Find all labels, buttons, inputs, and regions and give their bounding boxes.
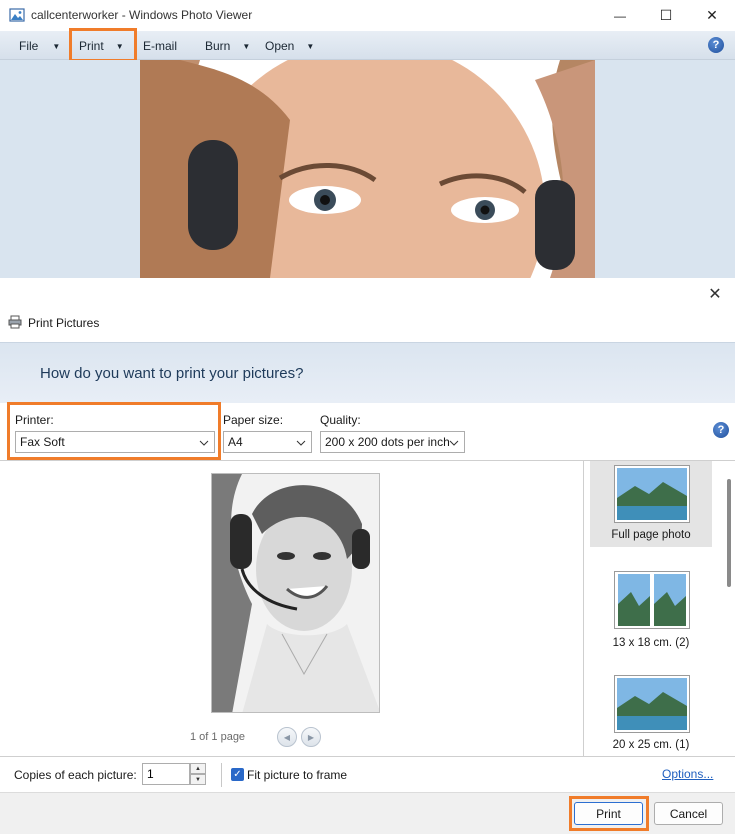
menu-print-label: Print (79, 39, 104, 53)
layout-list[interactable]: Full page photo 13 x 18 cm. (2) 20 x 25 … (583, 460, 735, 756)
title-bar: callcenterworker - Windows Photo Viewer … (0, 0, 735, 31)
close-window-button[interactable]: ✕ (689, 0, 735, 31)
options-link[interactable]: Options... (662, 767, 713, 781)
arrow-left-icon: ◀ (283, 732, 291, 742)
fit-picture-label[interactable]: Fit picture to frame (247, 768, 347, 782)
cancel-button[interactable]: Cancel (654, 802, 723, 825)
menu-email-label: E-mail (143, 39, 178, 53)
layout-scrollbar[interactable] (727, 479, 731, 587)
print-preview-area: 1 of 1 page ◀ ▶ (0, 460, 583, 756)
layout-thumbnail (614, 675, 690, 733)
chevron-down-icon: ▼ (242, 41, 251, 51)
dialog-question: How do you want to print your pictures? (40, 365, 304, 382)
paper-size-label: Paper size: (223, 413, 284, 427)
window-title: callcenterworker - Windows Photo Viewer (31, 8, 253, 22)
menu-open[interactable]: Open ▼ (265, 35, 314, 57)
dialog-title: Print Pictures (28, 316, 100, 330)
paper-size-value: A4 (228, 435, 243, 449)
printer-select[interactable]: Fax Soft (15, 431, 215, 453)
close-icon: ✕ (706, 7, 718, 23)
paper-size-select[interactable]: A4 (223, 431, 312, 453)
landscape-thumbnail (617, 468, 687, 520)
cancel-button-label: Cancel (669, 806, 708, 821)
layout-thumbnail (614, 465, 690, 523)
menu-file[interactable]: File ▼ (19, 35, 60, 57)
preview-page (211, 473, 380, 713)
maximize-button[interactable]: ☐ (643, 0, 689, 31)
divider (221, 763, 222, 787)
printer-icon (8, 315, 22, 329)
quality-select[interactable]: 200 x 200 dots per inch (320, 431, 465, 453)
menu-bar: File ▼ Print ▼ E-mail Burn ▼ Open ▼ ? (0, 31, 735, 60)
quality-value: 200 x 200 dots per inch (325, 435, 450, 449)
layout-label: Full page photo (611, 529, 691, 541)
chevron-down-icon: ▼ (52, 41, 61, 51)
fit-picture-checkbox[interactable]: ✓ (231, 768, 244, 781)
menu-burn-label: Burn (205, 39, 231, 53)
layout-20x25[interactable]: 20 x 25 cm. (1) (590, 671, 712, 756)
print-pictures-dialog: ✕ Print Pictures How do you want to prin… (0, 278, 735, 834)
quality-label: Quality: (320, 413, 361, 427)
arrow-up-icon: ▲ (195, 765, 201, 772)
copies-input[interactable] (142, 763, 190, 785)
layout-label: 20 x 25 cm. (1) (612, 739, 690, 751)
dialog-header: How do you want to print your pictures? (0, 342, 735, 403)
two-portrait-thumbnail (617, 574, 687, 626)
woman-headset-photo (140, 60, 595, 278)
menu-open-label: Open (265, 39, 295, 53)
layout-full-page-photo[interactable]: Full page photo (590, 461, 712, 547)
minimize-button[interactable]: — (597, 0, 643, 31)
landscape-thumbnail (617, 678, 687, 730)
chevron-down-icon (199, 440, 209, 446)
layout-13x18[interactable]: 13 x 18 cm. (2) (590, 567, 712, 653)
layout-thumbnail (614, 571, 690, 629)
copies-label: Copies of each picture: (14, 768, 137, 782)
printer-label: Printer: (15, 413, 54, 427)
copies-increment-button[interactable]: ▲ (190, 763, 206, 774)
minimize-icon: — (614, 8, 626, 23)
close-icon: ✕ (708, 286, 722, 303)
chevron-down-icon: ▼ (306, 41, 315, 51)
photo-viewer-app-icon (9, 8, 25, 22)
layout-label: 13 x 18 cm. (2) (612, 637, 690, 649)
arrow-down-icon: ▼ (195, 776, 201, 783)
arrow-right-icon: ▶ (307, 732, 315, 742)
displayed-photo (140, 60, 595, 278)
print-options-row: Copies of each picture: ▲ ▼ ✓ Fit pictur… (0, 756, 735, 792)
print-button-label: Print (596, 806, 621, 821)
printer-value: Fax Soft (20, 435, 65, 449)
menu-file-label: File (19, 39, 39, 53)
help-icon[interactable]: ? (713, 422, 729, 438)
dialog-button-bar: Print Cancel (0, 792, 735, 834)
copies-decrement-button[interactable]: ▼ (190, 774, 206, 785)
previous-page-button[interactable]: ◀ (277, 727, 297, 747)
menu-burn[interactable]: Burn ▼ (205, 35, 250, 57)
checkmark-icon: ✓ (233, 769, 242, 780)
dialog-close-button[interactable]: ✕ (703, 282, 727, 306)
preview-photo (212, 474, 379, 712)
chevron-down-icon (449, 440, 459, 446)
menu-email[interactable]: E-mail (143, 35, 177, 57)
maximize-icon: ☐ (659, 7, 673, 23)
chevron-down-icon (296, 440, 306, 446)
chevron-down-icon: ▼ (115, 41, 124, 51)
print-button[interactable]: Print (574, 802, 643, 825)
menu-print[interactable]: Print ▼ (79, 35, 124, 57)
next-page-button[interactable]: ▶ (301, 727, 321, 747)
help-icon[interactable]: ? (708, 37, 724, 53)
page-counter: 1 of 1 page (190, 731, 246, 743)
